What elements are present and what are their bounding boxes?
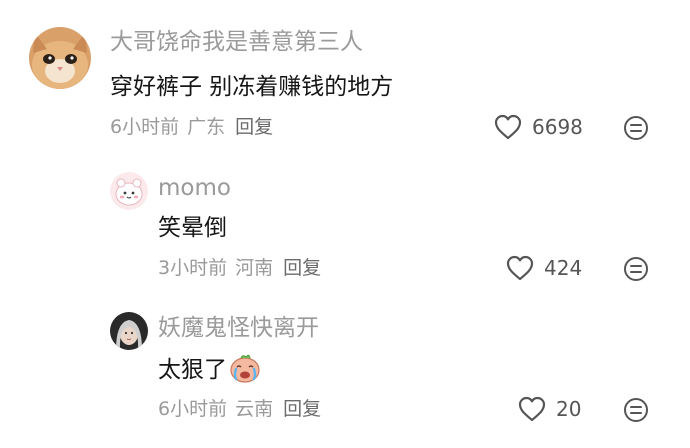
like-button[interactable]: 20 <box>518 394 581 424</box>
comment-meta: 3小时前 河南 回复 <box>158 255 321 281</box>
cat-avatar-image <box>29 27 91 89</box>
location: 云南 <box>235 398 274 420</box>
more-options-icon <box>624 116 648 140</box>
more-options-icon <box>624 398 648 422</box>
heart-outline-icon <box>494 114 522 140</box>
reply-item: momo 笑晕倒 3小时前 河南 回复 424 <box>0 160 690 300</box>
reply-item: 妖魔鬼怪快离开 太狠了 6小时前 云南 回复 20 <box>0 300 690 448</box>
comment-text: 穿好裤子 别冻着赚钱的地方 <box>110 74 394 100</box>
portrait-avatar-image <box>110 312 148 350</box>
more-options-button[interactable] <box>623 397 649 423</box>
username[interactable]: momo <box>158 173 231 203</box>
more-options-icon <box>624 257 648 281</box>
avatar[interactable] <box>29 27 91 89</box>
reply-button[interactable]: 回复 <box>283 398 321 420</box>
comment-text: 笑晕倒 <box>158 215 227 241</box>
more-options-button[interactable] <box>623 256 649 282</box>
reply-button[interactable]: 回复 <box>235 116 273 138</box>
cartoon-avatar-image <box>110 172 148 210</box>
reply-button[interactable]: 回复 <box>283 257 321 279</box>
comment-meta: 6小时前 云南 回复 <box>158 396 321 422</box>
username[interactable]: 妖魔鬼怪快离开 <box>158 313 319 343</box>
more-options-button[interactable] <box>623 115 649 141</box>
comment-text: 太狠了 <box>158 353 261 392</box>
comment-text-content: 太狠了 <box>158 357 227 383</box>
comment-item: 大哥饶命我是善意第三人 穿好裤子 别冻着赚钱的地方 6小时前 广东 回复 6698 <box>0 0 690 160</box>
username[interactable]: 大哥饶命我是善意第三人 <box>110 27 363 57</box>
like-count: 6698 <box>532 115 583 139</box>
avatar[interactable] <box>110 312 148 350</box>
like-count: 20 <box>556 397 582 421</box>
timestamp: 6小时前 <box>158 398 228 420</box>
avatar[interactable] <box>110 172 148 210</box>
location: 河南 <box>235 257 274 279</box>
heart-outline-icon <box>506 255 534 281</box>
timestamp: 6小时前 <box>110 116 180 138</box>
timestamp: 3小时前 <box>158 257 228 279</box>
like-button[interactable]: 6698 <box>494 112 583 142</box>
like-button[interactable]: 424 <box>506 253 582 283</box>
heart-outline-icon <box>518 396 546 422</box>
comment-meta: 6小时前 广东 回复 <box>110 114 273 140</box>
crying-face-emoji <box>229 353 261 392</box>
like-count: 424 <box>544 256 583 280</box>
location: 广东 <box>187 116 226 138</box>
